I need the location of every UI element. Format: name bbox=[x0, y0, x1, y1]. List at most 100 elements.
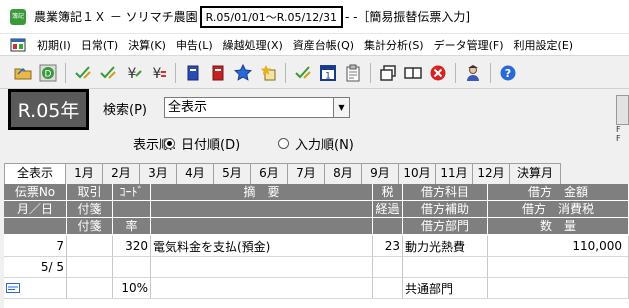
chevron-down-icon[interactable]: ▼ bbox=[333, 98, 349, 117]
check-pen-icon[interactable] bbox=[97, 62, 119, 84]
menu-item-filing[interactable]: 申告(L) bbox=[171, 37, 218, 53]
close-red-icon[interactable] bbox=[427, 62, 449, 84]
cell-transaction[interactable] bbox=[67, 236, 113, 257]
system-menu-icon[interactable] bbox=[10, 38, 26, 52]
header-rate: 率 bbox=[113, 218, 151, 235]
cell-quantity[interactable] bbox=[488, 278, 629, 299]
menu-item-init[interactable]: 初期(I) bbox=[32, 37, 76, 53]
toolbar-separator bbox=[370, 62, 371, 83]
cell-empty[interactable] bbox=[151, 257, 373, 278]
yen-icon[interactable]: ¥ bbox=[147, 62, 169, 84]
tab-month-11[interactable]: 11月 bbox=[435, 163, 473, 184]
app-icon: 簿記 bbox=[10, 8, 26, 25]
header-code: ｺｰﾄﾞ bbox=[113, 184, 151, 201]
cell-debit-dept[interactable]: 共通部門 bbox=[403, 278, 488, 299]
header-slip-no: 伝票No bbox=[4, 184, 67, 201]
search-dropdown-value: 全表示 bbox=[168, 100, 208, 115]
tab-month-6[interactable]: 6月 bbox=[250, 163, 288, 184]
cell-memo[interactable] bbox=[4, 278, 67, 299]
svg-text:1: 1 bbox=[325, 71, 331, 81]
tab-month-3[interactable]: 3月 bbox=[139, 163, 177, 184]
copy-window-icon[interactable] bbox=[377, 62, 399, 84]
star-doc-icon[interactable] bbox=[257, 62, 279, 84]
double-window-icon[interactable] bbox=[402, 62, 424, 84]
radio-selected-icon[interactable] bbox=[164, 138, 175, 149]
toolbar-separator bbox=[65, 62, 66, 83]
tab-month-4[interactable]: 4月 bbox=[176, 163, 214, 184]
header-sticky: 付箋 bbox=[67, 201, 113, 218]
calendar-1-icon[interactable]: 1 bbox=[317, 62, 339, 84]
title-prefix: 農業簿記１Ｘ － ソリマチ農園 bbox=[34, 10, 198, 24]
tab-month-2[interactable]: 2月 bbox=[102, 163, 140, 184]
tab-closing-month[interactable]: 決算月 bbox=[509, 163, 561, 184]
cell-summary[interactable]: 電気料金を支払(預金) bbox=[151, 236, 373, 257]
cell-rate[interactable]: 10% bbox=[113, 278, 151, 299]
menu-item-daily[interactable]: 日常(T) bbox=[76, 37, 123, 53]
cell-debit-sub[interactable] bbox=[403, 257, 488, 278]
d-circle-icon[interactable]: D bbox=[37, 62, 59, 84]
tab-all[interactable]: 全表示 bbox=[4, 163, 66, 184]
menu-item-analysis[interactable]: 集計分析(S) bbox=[359, 37, 429, 53]
menu-item-data-management[interactable]: データ管理(F) bbox=[429, 37, 509, 53]
side-label: F bbox=[616, 134, 621, 143]
person-icon[interactable] bbox=[462, 62, 484, 84]
tab-month-8[interactable]: 8月 bbox=[324, 163, 362, 184]
yen-icon[interactable]: ¥ bbox=[122, 62, 144, 84]
window-title: 農業簿記１Ｘ － ソリマチ農園 R.05/01/01～R.05/12/31 - … bbox=[34, 5, 471, 28]
title-suffix: - -［簡易振替伝票入力] bbox=[344, 10, 471, 24]
toolbar-separator bbox=[490, 62, 491, 83]
side-label: F bbox=[616, 125, 621, 134]
cell-empty[interactable] bbox=[113, 257, 151, 278]
cell-debit-tax[interactable] bbox=[488, 257, 629, 278]
help-icon[interactable]: ? bbox=[497, 62, 519, 84]
star-icon[interactable] bbox=[232, 62, 254, 84]
header-blank bbox=[4, 218, 67, 235]
menu-item-asset-ledger[interactable]: 資産台帳(Q) bbox=[288, 37, 359, 53]
search-dropdown[interactable]: 全表示 ▼ bbox=[164, 97, 350, 118]
tab-month-9[interactable]: 9月 bbox=[361, 163, 399, 184]
menu-item-settings[interactable]: 利用設定(E) bbox=[509, 37, 579, 53]
header-tax: 税 bbox=[373, 184, 403, 201]
tab-month-10[interactable]: 10月 bbox=[398, 163, 436, 184]
cell-debit-account[interactable]: 動力光熱費 bbox=[403, 236, 488, 257]
tab-month-1[interactable]: 1月 bbox=[65, 163, 103, 184]
tab-month-12[interactable]: 12月 bbox=[472, 163, 510, 184]
menu-item-carryover[interactable]: 繰越処理(X) bbox=[218, 37, 288, 53]
cell-sticky[interactable] bbox=[67, 257, 113, 278]
header-quantity: 数 量 bbox=[488, 218, 629, 235]
open-folder-icon[interactable] bbox=[12, 62, 34, 84]
radio-date-order[interactable]: 日付順(D) bbox=[164, 134, 240, 153]
cell-debit-amount[interactable]: 110,000 bbox=[488, 236, 629, 257]
cell-empty[interactable] bbox=[373, 257, 403, 278]
header-debit-account: 借方科目 bbox=[403, 184, 488, 201]
cell-code[interactable]: 320 bbox=[113, 236, 151, 257]
cell-empty[interactable] bbox=[373, 278, 403, 299]
toolbar-separator bbox=[285, 62, 286, 83]
svg-text:D: D bbox=[45, 69, 52, 79]
red-book-icon[interactable] bbox=[207, 62, 229, 84]
svg-text:¥: ¥ bbox=[153, 66, 162, 82]
cell-slip-no[interactable]: 7 bbox=[4, 236, 67, 257]
radio-input-order-label: 入力順(N) bbox=[295, 138, 354, 153]
right-side-panel: F F bbox=[616, 89, 629, 161]
header-blank bbox=[151, 218, 373, 235]
radio-unselected-icon[interactable] bbox=[278, 138, 289, 149]
header-blank bbox=[151, 201, 373, 218]
menu-item-closing[interactable]: 決算(K) bbox=[123, 37, 171, 53]
toolbar: D ¥ ¥ 1 ? bbox=[0, 57, 629, 89]
tab-month-7[interactable]: 7月 bbox=[287, 163, 325, 184]
radio-input-order[interactable]: 入力順(N) bbox=[278, 134, 354, 153]
cell-empty[interactable] bbox=[151, 278, 373, 299]
check-pen-icon[interactable] bbox=[292, 62, 314, 84]
clipboard-icon[interactable] bbox=[342, 62, 364, 84]
memo-card-icon[interactable] bbox=[6, 283, 20, 293]
cell-sticky-2[interactable] bbox=[67, 278, 113, 299]
side-button[interactable] bbox=[616, 95, 629, 125]
cell-tax[interactable]: 23 bbox=[373, 236, 403, 257]
tab-month-5[interactable]: 5月 bbox=[213, 163, 251, 184]
search-label: 検索(P) bbox=[103, 103, 147, 118]
cell-date[interactable]: 5/ 5 bbox=[4, 257, 67, 278]
svg-text:?: ? bbox=[505, 67, 511, 80]
blue-book-icon[interactable] bbox=[182, 62, 204, 84]
check-pen-icon[interactable] bbox=[72, 62, 94, 84]
